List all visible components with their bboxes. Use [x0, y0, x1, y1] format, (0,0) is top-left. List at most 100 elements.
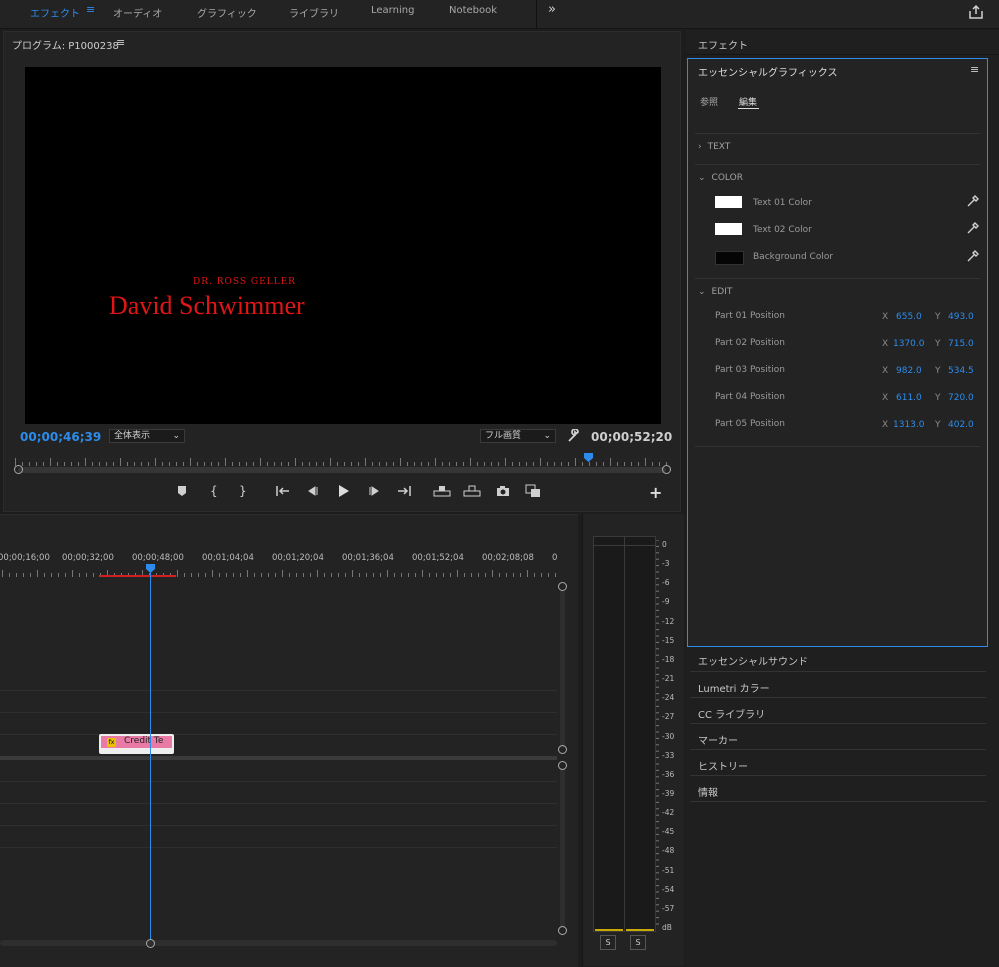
tab-browse[interactable]: 参照: [700, 95, 718, 108]
workspace-tab-libraries[interactable]: ライブラリ: [289, 5, 339, 20]
ruler-label: 00;01;20;04: [272, 553, 324, 563]
y-label: Y: [935, 312, 941, 322]
y-value[interactable]: 493.0: [948, 312, 974, 322]
text-section-header[interactable]: › TEXT: [698, 141, 730, 152]
video-audio-separator[interactable]: [0, 756, 557, 760]
effects-panel-tab[interactable]: エフェクト: [698, 37, 748, 52]
panel-tab-info[interactable]: 情報: [698, 784, 718, 799]
text01-color-swatch[interactable]: [715, 196, 742, 208]
step-back-icon[interactable]: [307, 486, 319, 496]
solo-left-button[interactable]: S: [600, 935, 616, 950]
meter-level-left: [595, 929, 623, 931]
text01-color-label: Text 01 Color: [753, 198, 812, 208]
go-to-in-icon[interactable]: [276, 486, 290, 496]
workspace-tab-effects[interactable]: エフェクト: [30, 5, 80, 20]
double-chevron-right-icon[interactable]: »: [548, 2, 556, 17]
audio-tracks-scrollbar[interactable]: [560, 768, 565, 928]
export-frame-icon[interactable]: [496, 485, 510, 497]
meter-scale-label: -51: [662, 865, 675, 875]
program-time-ruler[interactable]: [15, 456, 670, 466]
mark-in-icon[interactable]: {: [210, 484, 218, 498]
scroll-handle[interactable]: [558, 582, 567, 591]
y-label: Y: [935, 339, 941, 349]
x-value[interactable]: 1370.0: [893, 339, 925, 349]
program-playhead[interactable]: [584, 453, 594, 462]
scroll-handle[interactable]: [558, 926, 567, 935]
x-value[interactable]: 655.0: [896, 312, 922, 322]
zoom-dropdown[interactable]: 全体表示 ⌄: [109, 429, 185, 443]
workspace-tab-notebook[interactable]: Notebook: [449, 5, 497, 16]
timeline-ruler[interactable]: [0, 565, 560, 577]
workspace-menu-icon[interactable]: ≡: [86, 3, 95, 16]
extract-icon[interactable]: [463, 485, 481, 497]
wrench-icon[interactable]: [567, 429, 581, 443]
y-value[interactable]: 534.5: [948, 366, 974, 376]
scroll-handle-left[interactable]: [14, 465, 23, 474]
text02-color-swatch[interactable]: [715, 223, 742, 235]
program-monitor-title[interactable]: プログラム: P1000238: [12, 37, 119, 52]
share-icon[interactable]: [968, 4, 984, 20]
timeline-playhead-line[interactable]: [150, 570, 151, 944]
marker-icon[interactable]: [176, 485, 188, 497]
color-section-header[interactable]: ⌄ COLOR: [698, 172, 743, 183]
chevron-down-icon: ⌄: [698, 287, 706, 297]
mark-out-icon[interactable]: }: [239, 484, 247, 498]
panel-menu-icon[interactable]: ≡: [970, 63, 979, 76]
timeline-clip[interactable]: fx Credit Te: [99, 734, 174, 754]
panel-tab-history[interactable]: ヒストリー: [698, 758, 748, 773]
y-value[interactable]: 715.0: [948, 339, 974, 349]
y-value[interactable]: 720.0: [948, 393, 974, 403]
meter-scale-label: -12: [662, 616, 675, 626]
current-timecode[interactable]: 00;00;46;39: [20, 430, 101, 444]
panel-menu-icon[interactable]: ≡: [116, 36, 125, 49]
workspace-tab-learning[interactable]: Learning: [371, 5, 414, 16]
scroll-handle-right[interactable]: [662, 465, 671, 474]
plus-icon[interactable]: +: [649, 483, 662, 502]
x-label: X: [882, 339, 889, 349]
tab-edit-underline: [738, 108, 759, 109]
meter-scale-label: -36: [662, 769, 675, 779]
y-value[interactable]: 402.0: [948, 420, 974, 430]
section-label: COLOR: [711, 173, 743, 183]
track-divider: [0, 781, 557, 782]
edit-section-header[interactable]: ⌄ EDIT: [698, 286, 732, 297]
scroll-handle[interactable]: [558, 745, 567, 754]
lift-icon[interactable]: [433, 485, 451, 497]
eyedropper-icon[interactable]: [966, 195, 979, 208]
in-out-range: [99, 575, 176, 577]
background-color-swatch[interactable]: [715, 251, 744, 265]
meter-scale-label: dB: [662, 923, 672, 932]
meter-level-right: [626, 929, 654, 931]
panel-tab-cc-libraries[interactable]: CC ライブラリ: [698, 706, 765, 721]
scroll-handle[interactable]: [146, 939, 155, 948]
meter-scale-label: -15: [662, 635, 675, 645]
timeline-playhead[interactable]: [146, 564, 155, 573]
zoom-value: 全体表示: [114, 431, 151, 441]
quality-dropdown[interactable]: フル画質 ⌄: [480, 429, 556, 443]
panel-tab-lumetri[interactable]: Lumetri カラー: [698, 680, 770, 695]
timeline-h-scrollbar[interactable]: [0, 940, 557, 946]
play-icon[interactable]: [338, 485, 350, 497]
solo-right-button[interactable]: S: [630, 935, 646, 950]
eyedropper-icon[interactable]: [966, 250, 979, 263]
eyedropper-icon[interactable]: [966, 222, 979, 235]
scroll-handle[interactable]: [558, 761, 567, 770]
panel-tab-essential-sound[interactable]: エッセンシャルサウンド: [698, 653, 808, 668]
meter-scale-label: -27: [662, 712, 675, 722]
workspace-tab-graphics[interactable]: グラフィック: [197, 5, 257, 20]
tab-edit[interactable]: 編集: [739, 95, 757, 108]
position-label: Part 04 Position: [715, 392, 785, 402]
meter-scale-label: 0: [662, 540, 667, 549]
step-forward-icon[interactable]: [368, 486, 380, 496]
program-scrollbar[interactable]: [18, 467, 666, 473]
track-divider: [0, 734, 557, 735]
ruler-label: 00;01;36;04: [342, 553, 394, 563]
panel-tab-markers[interactable]: マーカー: [698, 732, 738, 747]
go-to-out-icon[interactable]: [397, 486, 411, 496]
workspace-tab-audio[interactable]: オーディオ: [113, 5, 162, 20]
x-value[interactable]: 611.0: [896, 393, 922, 403]
compare-icon[interactable]: [525, 484, 541, 498]
x-value[interactable]: 1313.0: [893, 420, 925, 430]
video-tracks-scrollbar[interactable]: [560, 590, 565, 748]
x-value[interactable]: 982.0: [896, 366, 922, 376]
